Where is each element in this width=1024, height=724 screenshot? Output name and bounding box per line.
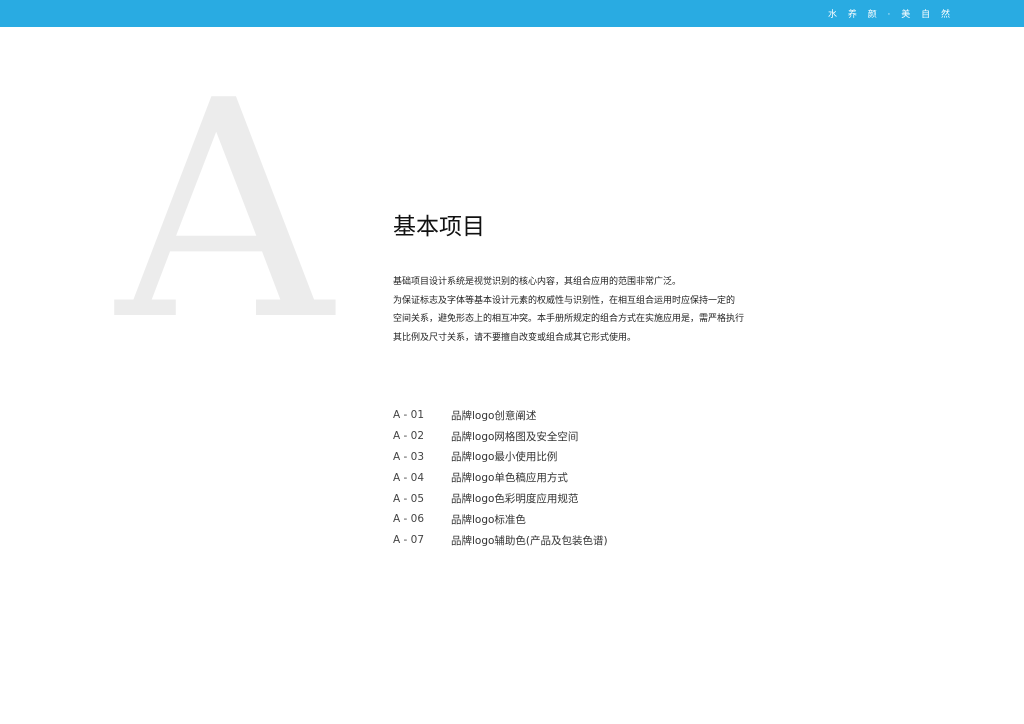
section-title: 基本项目 (393, 214, 485, 240)
header-bar: 水 养 颜 · 美 自 然 (0, 0, 1024, 27)
toc-item-code: A - 02 (393, 430, 425, 443)
toc-item-code: A - 07 (393, 534, 425, 547)
toc-item[interactable]: A - 06 品牌logo标准色 (393, 509, 713, 530)
toc-item-label: 品牌logo创意阐述 (451, 409, 537, 422)
toc-item-code: A - 05 (393, 492, 425, 505)
toc-item-code: A - 03 (393, 450, 425, 463)
toc-item[interactable]: A - 02 品牌logo网格图及安全空间 (393, 426, 713, 447)
intro-line: 其比例及尺寸关系，请不要擅自改变或组合成其它形式使用。 (393, 332, 637, 343)
section-letter-watermark: A (116, 37, 333, 386)
manual-page: 水 养 颜 · 美 自 然 A 基本项目 基础项目设计系统是视觉识别的核心内容，… (0, 0, 1024, 724)
toc-item-code: A - 01 (393, 409, 425, 422)
brand-slogan: 水 养 颜 · 美 自 然 (827, 10, 954, 20)
intro-line: 为保证标志及字体等基本设计元素的权威性与识别性，在相互组合运用时应保持一定的 (393, 295, 736, 306)
intro-line: 基础项目设计系统是视觉识别的核心内容，其组合应用的范围非常广泛。 (393, 277, 682, 287)
toc-item[interactable]: A - 03 品牌logo最小使用比例 (393, 447, 713, 468)
toc-item-label: 品牌logo色彩明度应用规范 (451, 493, 579, 506)
toc-item-code: A - 04 (393, 471, 425, 484)
toc-item[interactable]: A - 04 品牌logo单色稿应用方式 (393, 467, 713, 488)
intro-line: 空间关系，避免形态上的相互冲突。本手册所规定的组合方式在实施应用是，需严格执行 (393, 314, 745, 324)
toc-item[interactable]: A - 07 品牌logo辅助色(产品及包装色谱) (393, 530, 713, 551)
toc-item-label: 品牌logo辅助色(产品及包装色谱) (451, 534, 608, 547)
section-intro: 基础项目设计系统是视觉识别的核心内容，其组合应用的范围非常广泛。 为保证标志及字… (393, 273, 803, 347)
toc-item-label: 品牌logo标准色 (451, 513, 526, 526)
toc-item[interactable]: A - 05 品牌logo色彩明度应用规范 (393, 488, 713, 509)
toc-item-code: A - 06 (393, 513, 425, 526)
toc-item-label: 品牌logo网格图及安全空间 (451, 430, 579, 443)
toc-item[interactable]: A - 01 品牌logo创意阐述 (393, 405, 713, 426)
table-of-contents: A - 01 品牌logo创意阐述 A - 02 品牌logo网格图及安全空间 … (393, 405, 713, 551)
toc-item-label: 品牌logo最小使用比例 (451, 451, 558, 464)
toc-item-label: 品牌logo单色稿应用方式 (451, 472, 568, 485)
